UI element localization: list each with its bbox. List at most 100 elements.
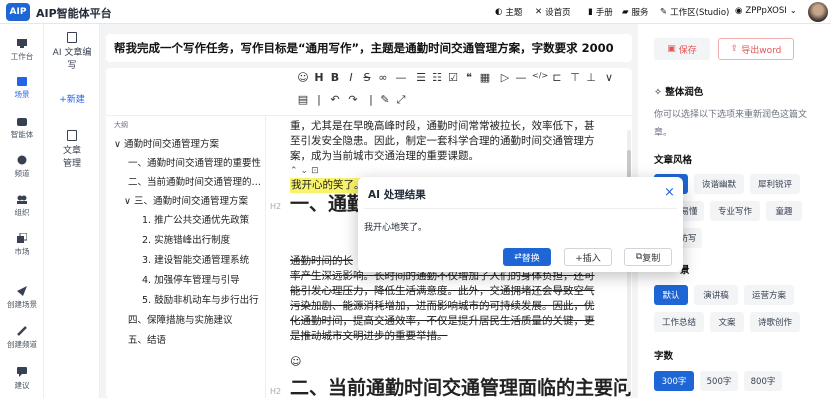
scene-chip[interactable]: 工作总结	[654, 312, 704, 332]
polish-description: 你可以选择以下选项来重新润色这篇文章。	[654, 110, 808, 138]
avatar[interactable]	[808, 2, 828, 22]
style-chip[interactable]: 童趣	[766, 201, 802, 221]
copy-button[interactable]: ⧉ 复制	[624, 248, 672, 266]
scene-chip-selected[interactable]: 默认	[654, 285, 688, 305]
run-tool-icon[interactable]: ▷	[498, 71, 512, 84]
block-handle[interactable]: ⌃⌄⊡	[290, 164, 322, 179]
outline-item[interactable]: 5. 鼓励非机动车与步行出行	[142, 292, 264, 306]
nav-create-scene[interactable]: 创建场景	[0, 286, 44, 310]
heading-2-bottom: 二、当前通勤时间交通管理面临的主要问题	[290, 377, 632, 398]
doc-line: 案，成为当前城市交通治理的重要课题。	[290, 150, 479, 162]
org-icon	[17, 194, 28, 204]
style-chip[interactable]: 专业写作	[710, 201, 760, 221]
subnav-ai-writing[interactable]: AI 文章编写	[48, 32, 96, 71]
outline-item[interactable]: ∨ 三、通勤时间交通管理方案	[124, 193, 264, 207]
nav-scene[interactable]: 场景	[0, 76, 44, 100]
nav-org[interactable]: 组织	[0, 194, 44, 218]
popup-body: 我开心地笑了。	[364, 223, 428, 233]
highlighted-text[interactable]: 我开心的笑了。	[290, 178, 366, 193]
topnav-manual[interactable]: ▮ 手册	[588, 6, 613, 18]
scene-chip[interactable]: 演讲稿	[694, 285, 738, 305]
table-tool-icon[interactable]: ▦	[478, 71, 492, 84]
topnav-service[interactable]: ▰ 服务	[622, 6, 649, 18]
count-chip[interactable]: 800字	[744, 371, 782, 391]
outline-item[interactable]: ∨ 通勤时间交通管理方案	[114, 136, 264, 150]
emoji-tool-icon[interactable]: ☺	[296, 71, 310, 84]
bullet-list-icon[interactable]: ☰	[414, 71, 428, 84]
nav-agent[interactable]: 智能体	[0, 116, 44, 140]
move-up-icon: ⌃	[290, 166, 301, 176]
desktop-icon	[17, 38, 28, 48]
close-icon[interactable]: ×	[664, 185, 675, 200]
topnav-studio[interactable]: ✎ 工作区(Studio)	[660, 6, 729, 18]
outline-item[interactable]: 3. 建设智能交通管理系统	[142, 252, 264, 266]
divider-tool-icon[interactable]: —	[394, 71, 408, 84]
code-tool-icon[interactable]: </>	[532, 71, 548, 80]
replace-button[interactable]: ⇄ 替换	[503, 248, 551, 266]
send-icon	[17, 286, 28, 296]
outline-item[interactable]: 一、通勤时间交通管理的重要性	[128, 155, 262, 169]
hr-tool-icon[interactable]: —	[514, 71, 528, 84]
outline-item[interactable]: 五、结语	[128, 332, 262, 346]
home-x-icon: ✕	[535, 7, 543, 17]
redo-icon[interactable]: ↷	[346, 93, 360, 106]
popup-title: AI 处理结果	[368, 189, 426, 201]
nav-channel[interactable]: 频道	[0, 155, 44, 179]
new-button[interactable]: +新建	[49, 90, 95, 106]
nav-workbench[interactable]: 工作台	[0, 38, 44, 62]
align-top-icon[interactable]: ⊤	[568, 71, 582, 84]
export-word-button[interactable]: ⇪ 导出word	[718, 38, 794, 60]
outline-item[interactable]: 1. 推广公共交通优先政策	[142, 212, 264, 226]
subnav-article-manage[interactable]: 文章管理	[48, 130, 96, 169]
magic-icon: ✧	[654, 87, 666, 98]
ordered-list-icon[interactable]: ☷	[430, 71, 444, 84]
link-tool-icon[interactable]: ∞	[376, 71, 390, 84]
align-bottom-icon[interactable]: ⊥	[584, 71, 598, 84]
globe-icon: ◉	[735, 6, 743, 16]
nav-market[interactable]: 市场	[0, 233, 44, 257]
nav-suggest[interactable]: 建议	[0, 367, 44, 391]
table-insert-icon[interactable]: ▤	[296, 93, 310, 106]
bold-tool-icon[interactable]: B	[328, 71, 342, 84]
count-chip-selected[interactable]: 300字	[654, 371, 694, 391]
nav-create-channel[interactable]: 创建频道	[0, 326, 44, 350]
scene-chip[interactable]: 文案	[710, 312, 744, 332]
count-chip[interactable]: 500字	[700, 371, 738, 391]
topnav-theme[interactable]: ◐ 主题	[495, 6, 522, 18]
edit-icon[interactable]: ✎	[378, 93, 392, 106]
app-logo[interactable]: AIP	[6, 3, 30, 21]
outline-item[interactable]: 2. 实施错峰出行制度	[142, 232, 264, 246]
outline-item[interactable]: 四、保障措施与实施建议	[128, 312, 262, 326]
undo-icon[interactable]: ↶	[328, 93, 342, 106]
outline-panel: 大纲 ∨ 通勤时间交通管理方案 一、通勤时间交通管理的重要性 二、当前通勤时间交…	[106, 116, 266, 398]
heading-tool-icon[interactable]: H	[312, 71, 326, 84]
scene-chip[interactable]: 运营方案	[744, 285, 794, 305]
emoji-icon[interactable]: ☺	[290, 354, 301, 369]
delete-icon: ⊡	[311, 166, 322, 176]
market-icon	[17, 233, 28, 243]
task-list-icon[interactable]: ☑	[446, 71, 460, 84]
italic-tool-icon[interactable]: I	[344, 71, 358, 84]
struck-line: 通勤时间的长	[290, 255, 353, 267]
style-chip[interactable]: 诙谐幽默	[694, 174, 744, 194]
strike-tool-icon[interactable]: S	[360, 71, 374, 84]
topnav-set-home[interactable]: ✕ 设首页	[535, 6, 571, 18]
more-tool-icon[interactable]: ∨	[602, 71, 616, 84]
topnav-user[interactable]: ◉ ZPPpXOSI ⌄	[735, 6, 797, 16]
outline-item[interactable]: 二、当前通勤时间交通管理的问题	[128, 174, 262, 188]
popup-divider	[364, 208, 677, 209]
quote-tool-icon[interactable]: ❝	[462, 71, 476, 84]
style-chip[interactable]: 犀利锐评	[750, 174, 800, 194]
insert-button[interactable]: +插入	[564, 248, 612, 266]
pen-icon: ✎	[660, 7, 668, 17]
save-button[interactable]: ▣ 保存	[654, 38, 710, 60]
divider-small-icon[interactable]: |	[312, 93, 326, 106]
code-block-icon[interactable]: ⊏	[550, 71, 564, 84]
book-icon: ▮	[588, 7, 593, 17]
left-nav: 工作台 场景 智能体 频道 组织 市场 创建场景 创建频道 建议	[0, 24, 44, 398]
top-bar: AIP AIP智能体平台 ◐ 主题 ✕ 设首页 ▮ 手册 ▰ 服务 ✎ 工作区(Studi…	[0, 0, 831, 24]
scene-chip[interactable]: 诗歌创作	[750, 312, 800, 332]
divider-small2-icon[interactable]: |	[364, 93, 378, 106]
expand-icon[interactable]: ⤢	[394, 93, 408, 107]
outline-item[interactable]: 4. 加强停车管理与引导	[142, 272, 264, 286]
